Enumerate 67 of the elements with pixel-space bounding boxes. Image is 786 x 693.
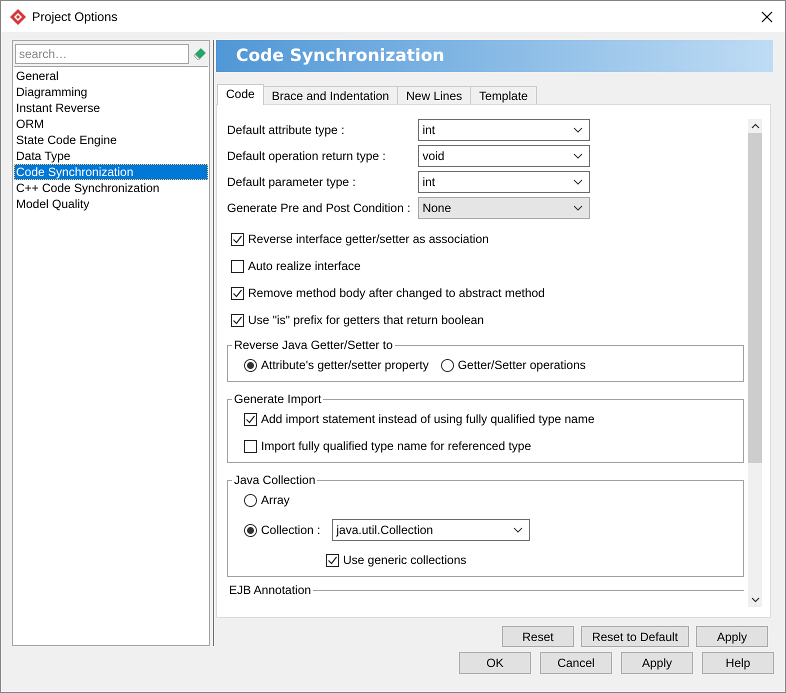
sidebar-item[interactable]: General xyxy=(14,68,208,84)
sidebar-item[interactable]: Data Type xyxy=(14,148,208,164)
group-title: Java Collection xyxy=(233,473,316,487)
checkbox[interactable] xyxy=(244,440,257,452)
sidebar-item[interactable]: ORM xyxy=(14,116,208,132)
dropdown[interactable]: java.util.Collection xyxy=(332,519,530,541)
dialog-button[interactable]: Cancel xyxy=(540,652,612,674)
panel-button[interactable]: Reset xyxy=(502,626,574,647)
group-title: Generate Import xyxy=(233,392,322,406)
chevron-down-icon xyxy=(573,205,584,211)
checkbox-label: Reverse interface getter/setter as association xyxy=(248,232,489,246)
checkbox-label: Use generic collections xyxy=(343,553,466,567)
scroll-down-icon[interactable] xyxy=(750,597,760,603)
tab[interactable]: Code xyxy=(217,84,264,105)
dialog-button[interactable]: Help xyxy=(702,652,774,674)
window-title: Project Options xyxy=(32,10,118,24)
checkbox[interactable] xyxy=(326,554,339,566)
radio-label: Collection : xyxy=(261,523,320,537)
radio-label: Getter/Setter operations xyxy=(458,358,586,372)
dialog-button[interactable]: Apply xyxy=(621,652,693,674)
app-logo-icon xyxy=(10,8,26,24)
chevron-down-icon xyxy=(573,127,584,133)
radio-label: Attribute's getter/setter property xyxy=(261,358,429,372)
field-label: Generate Pre and Post Condition : xyxy=(227,201,410,215)
checkbox[interactable] xyxy=(231,260,244,272)
checkbox-label: Auto realize interface xyxy=(248,259,361,273)
checkbox[interactable] xyxy=(231,232,244,246)
field-label: Default parameter type : xyxy=(227,175,357,189)
vertical-scrollbar[interactable] xyxy=(748,119,762,607)
checkbox-label: Import fully qualified type name for referenced type xyxy=(261,439,532,453)
sidebar-item[interactable]: Model Quality xyxy=(14,196,208,212)
sidebar-item[interactable]: Diagramming xyxy=(14,84,208,100)
checkbox[interactable] xyxy=(231,286,244,300)
checkbox[interactable] xyxy=(244,412,257,426)
panel-button[interactable]: Apply xyxy=(696,626,768,647)
group-title: EJB Annotation xyxy=(228,583,312,597)
radio-button[interactable] xyxy=(244,494,257,506)
checkbox-label: Use "is" prefix for getters that return boolean xyxy=(248,313,484,327)
group-title: Reverse Java Getter/Setter to xyxy=(233,338,394,352)
close-icon[interactable] xyxy=(761,10,773,22)
dropdown[interactable]: None xyxy=(418,197,590,219)
radio-label: Array xyxy=(261,493,290,507)
panel-button[interactable]: Reset to Default xyxy=(580,626,689,647)
sidebar-item[interactable]: State Code Engine xyxy=(14,132,208,148)
dropdown[interactable]: int xyxy=(418,119,590,141)
field-label: Default operation return type : xyxy=(227,149,387,163)
chevron-down-icon xyxy=(573,179,584,185)
field-label: Default attribute type : xyxy=(227,123,346,137)
dialog-button[interactable]: OK xyxy=(459,652,531,674)
scroll-up-icon[interactable] xyxy=(750,123,760,129)
radio-button[interactable] xyxy=(244,524,257,536)
panel-title: Code Synchronization xyxy=(236,46,444,66)
sidebar-item[interactable]: Instant Reverse xyxy=(14,100,208,116)
checkbox-label: Remove method body after changed to abstract method xyxy=(248,286,545,300)
search-field[interactable]: search… xyxy=(15,44,190,64)
dropdown[interactable]: int xyxy=(418,171,590,193)
tab[interactable]: Template xyxy=(470,86,537,104)
eraser-icon[interactable] xyxy=(193,47,207,61)
chevron-down-icon xyxy=(573,153,584,159)
sidebar-item[interactable]: Code Synchronization xyxy=(14,164,208,180)
checkbox[interactable] xyxy=(231,314,244,326)
radio-button[interactable] xyxy=(440,358,454,372)
radio-button[interactable] xyxy=(244,358,257,372)
sidebar-item[interactable]: C++ Code Synchronization xyxy=(14,180,208,196)
chevron-down-icon xyxy=(513,527,524,533)
checkbox-label: Add import statement instead of using fully qualified type name xyxy=(261,412,595,426)
dropdown[interactable]: void xyxy=(418,145,590,167)
